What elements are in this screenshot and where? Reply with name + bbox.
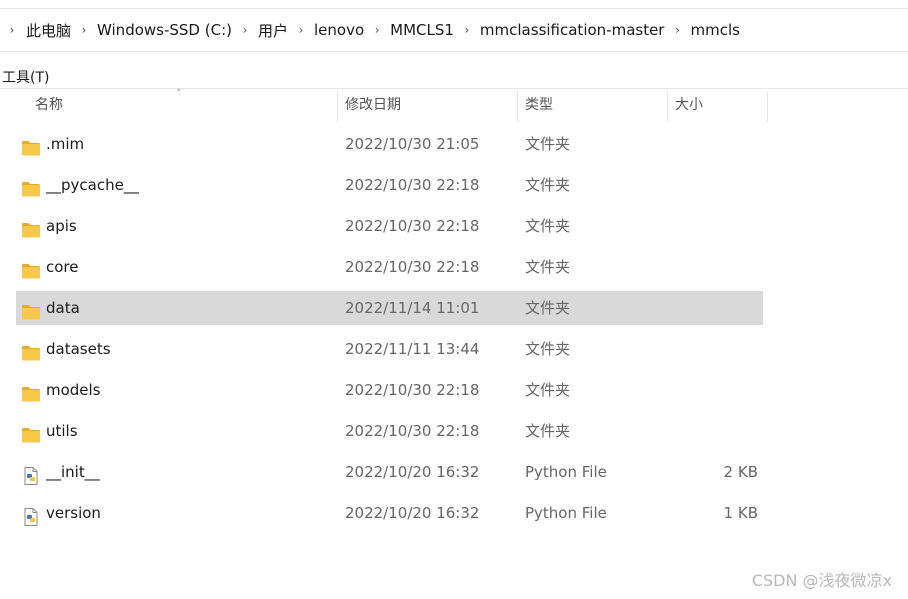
watermark: CSDN @浅夜微凉x [751,571,892,590]
column-header-type[interactable]: 类型 [525,89,553,122]
file-modified-date: 2022/10/30 21:05 [345,135,480,153]
file-type: Python File [525,504,607,522]
file-row[interactable]: .mim 2022/10/30 21:05 文件夹 [16,127,763,161]
file-modified-date: 2022/10/30 22:18 [345,258,480,276]
file-name: data [46,299,80,317]
chevron-right-icon[interactable]: › [73,23,95,37]
file-name: .mim [46,135,85,153]
file-modified-date: 2022/10/20 16:32 [345,463,480,481]
file-name: version [46,504,101,522]
folder-icon [21,299,41,320]
file-name: models [46,381,101,399]
file-modified-date: 2022/11/14 11:01 [345,299,480,317]
column-divider[interactable] [517,91,518,122]
file-size [675,250,758,284]
folder-icon [21,176,41,197]
file-explorer-window: › 此电脑 › Windows-SSD (C:) › 用户 › lenovo ›… [0,0,908,599]
breadcrumb-item-drive[interactable]: Windows-SSD (C:) [95,21,234,39]
file-modified-date: 2022/10/30 22:18 [345,381,480,399]
file-name: __pycache__ [46,176,139,194]
file-type: 文件夹 [525,422,571,440]
chevron-right-icon[interactable]: › [366,23,388,37]
chevron-right-icon[interactable]: › [290,23,312,37]
python-file-icon [21,463,41,485]
file-row[interactable]: __pycache__ 2022/10/30 22:18 文件夹 [16,168,763,202]
file-type: 文件夹 [525,381,571,399]
breadcrumb-item-mmcls[interactable]: mmcls [688,21,741,39]
file-type: Python File [525,463,607,481]
file-row[interactable]: models 2022/10/30 22:18 文件夹 [16,373,763,407]
column-header-size[interactable]: 大小 [675,89,703,122]
file-size: 1 KB [723,504,758,522]
breadcrumb-item-mmcls1[interactable]: MMCLS1 [388,21,456,39]
column-header-name[interactable]: 名称 [35,89,63,122]
breadcrumb-item-lenovo[interactable]: lenovo [312,21,366,39]
folder-icon [21,217,41,238]
file-size [675,414,758,448]
file-name: utils [46,422,78,440]
file-name: __init__ [46,463,100,481]
file-size [675,168,758,202]
file-modified-date: 2022/11/11 13:44 [345,340,480,358]
file-type: 文件夹 [525,299,571,317]
column-header-date[interactable]: 修改日期 [345,89,401,122]
file-size [675,127,758,161]
file-type: 文件夹 [525,258,571,276]
folder-icon [21,422,41,443]
chevron-right-icon[interactable]: › [456,23,478,37]
file-type: 文件夹 [525,176,571,194]
folder-icon [21,135,41,156]
column-divider[interactable] [337,91,338,122]
column-divider[interactable] [767,91,768,122]
file-size [675,373,758,407]
chevron-right-icon[interactable]: › [234,23,256,37]
file-modified-date: 2022/10/30 22:18 [345,422,480,440]
folder-icon [21,340,41,361]
folder-icon [21,381,41,402]
file-modified-date: 2022/10/20 16:32 [345,504,480,522]
chevron-right-icon[interactable]: › [0,23,24,37]
breadcrumb: › 此电脑 › Windows-SSD (C:) › 用户 › lenovo ›… [0,8,908,52]
file-name: core [46,258,79,276]
file-size [675,332,758,366]
file-type: 文件夹 [525,217,571,235]
file-modified-date: 2022/10/30 22:18 [345,217,480,235]
file-modified-date: 2022/10/30 22:18 [345,176,480,194]
file-row[interactable]: core 2022/10/30 22:18 文件夹 [16,250,763,284]
file-size: 2 KB [723,463,758,481]
file-row[interactable]: version 2022/10/20 16:32 Python File 1 KB [16,496,763,530]
file-name: apis [46,217,77,235]
chevron-right-icon[interactable]: › [666,23,688,37]
breadcrumb-item-mmclassification-master[interactable]: mmclassification-master [478,21,667,39]
file-row[interactable]: apis 2022/10/30 22:18 文件夹 [16,209,763,243]
file-row[interactable]: __init__ 2022/10/20 16:32 Python File 2 KB [16,455,763,489]
file-type: 文件夹 [525,135,571,153]
file-type: 文件夹 [525,340,571,358]
breadcrumb-item-this-pc[interactable]: 此电脑 [24,20,73,41]
column-divider[interactable] [667,91,668,122]
sort-ascending-icon: ˄ [176,87,182,100]
file-size [675,291,758,325]
file-name: datasets [46,340,111,358]
breadcrumb-item-users[interactable]: 用户 [256,20,290,41]
python-file-icon [21,504,41,526]
file-row[interactable]: utils 2022/10/30 22:18 文件夹 [16,414,763,448]
file-size [675,209,758,243]
folder-icon [21,258,41,279]
file-row[interactable]: datasets 2022/11/11 13:44 文件夹 [16,332,763,366]
column-header: ˄ 名称 修改日期 类型 大小 [0,87,908,122]
menu-tools[interactable]: 工具(T) [2,67,49,87]
file-row[interactable]: data 2022/11/14 11:01 文件夹 [16,291,763,325]
